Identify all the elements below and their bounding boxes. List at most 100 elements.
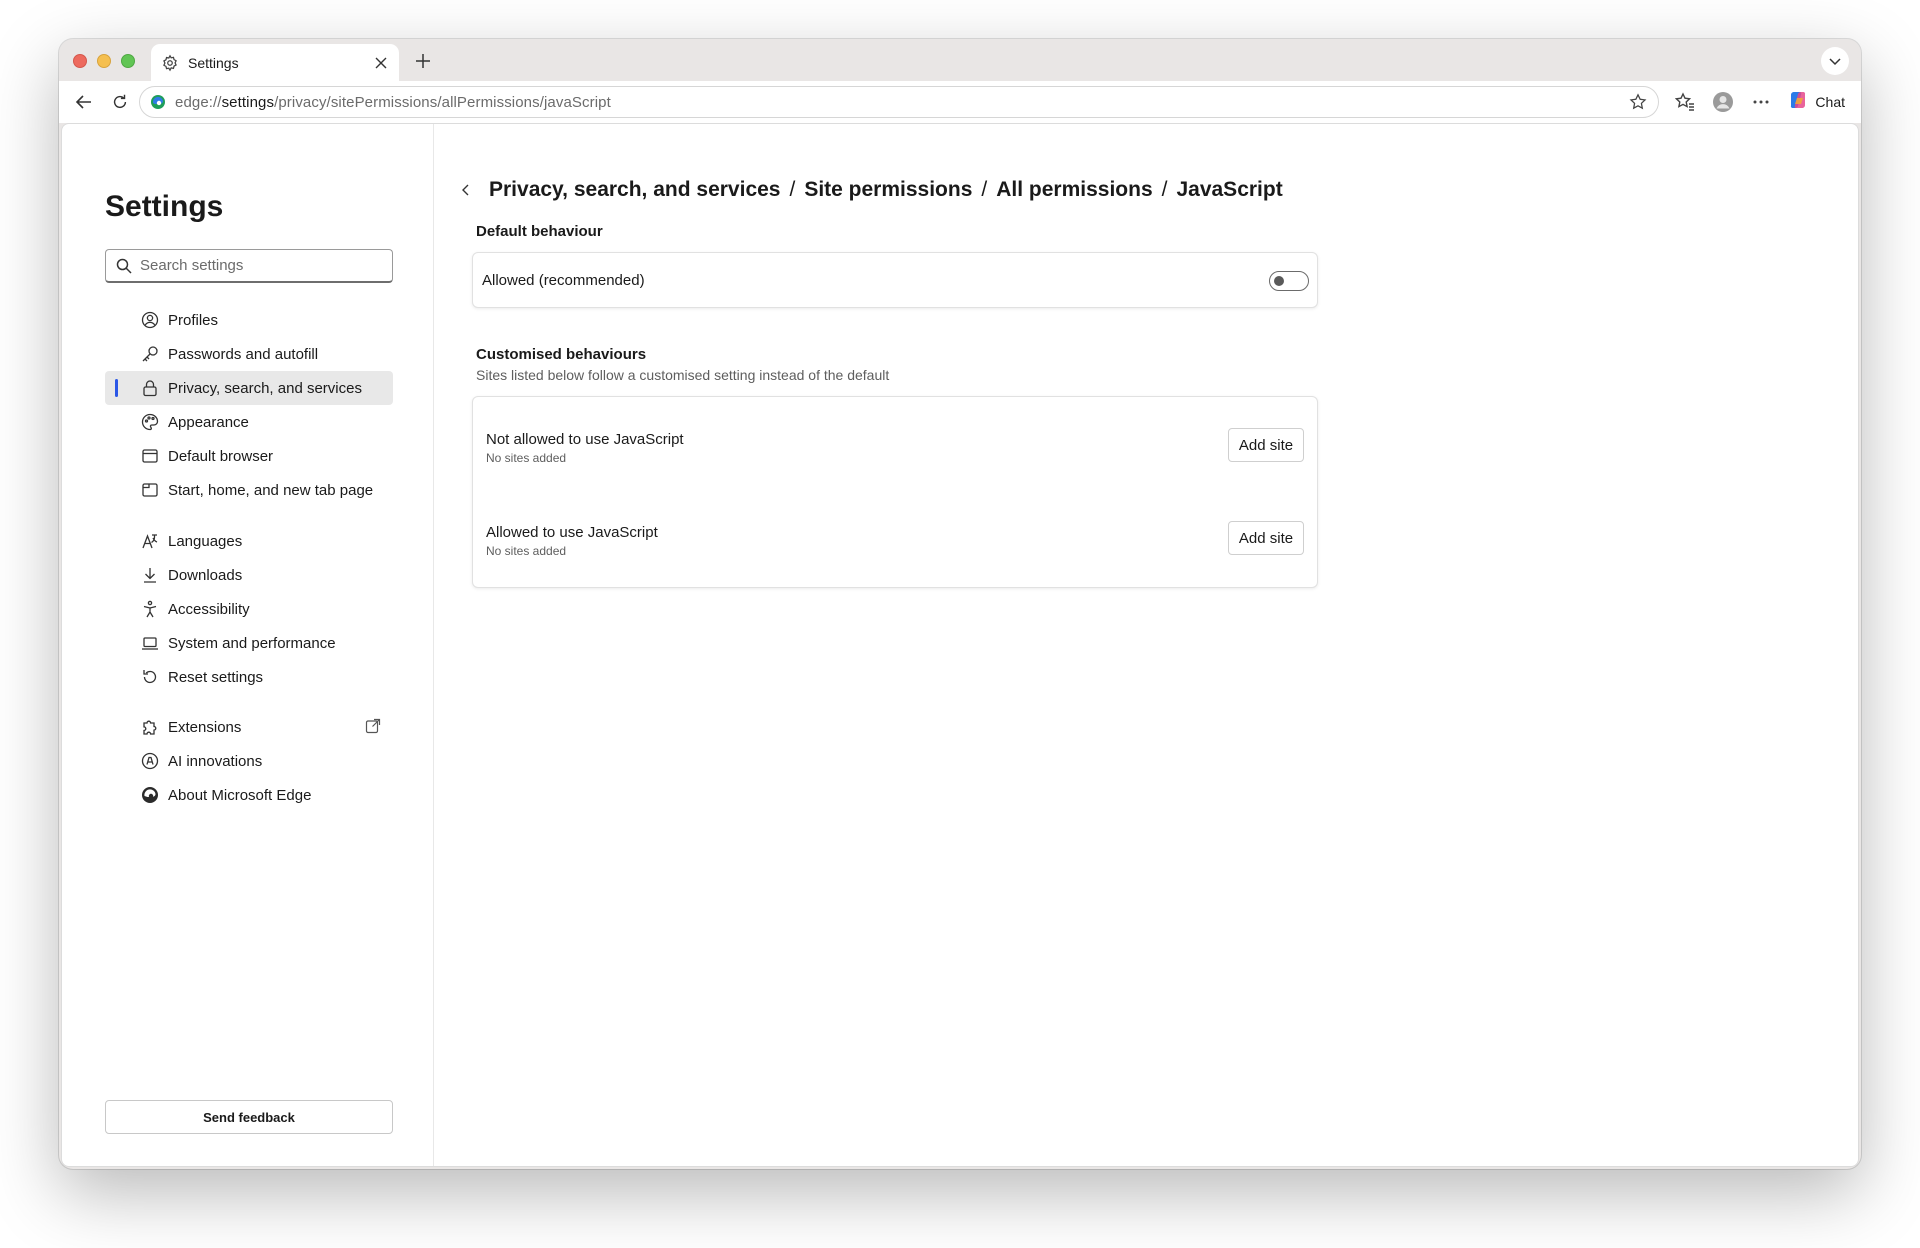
sidebar-item-accessibility[interactable]: Accessibility (105, 592, 393, 626)
customised-behaviours-card: Not allowed to use JavaScript No sites a… (472, 396, 1318, 588)
favorites-icon[interactable] (1672, 89, 1698, 115)
new-tab-button[interactable] (411, 49, 435, 73)
url-path: /privacy/sitePermissions/allPermissions/… (274, 93, 611, 111)
breadcrumb-site-permissions[interactable]: Site permissions (804, 178, 972, 202)
search-settings-box[interactable] (105, 249, 393, 283)
allowed-status: No sites added (486, 544, 567, 558)
window-controls (73, 54, 135, 68)
sidebar-item-default-browser[interactable]: Default browser (105, 439, 393, 473)
back-button[interactable] (71, 89, 97, 115)
sidebar-item-label: Privacy, search, and services (168, 379, 362, 397)
close-icon[interactable] (373, 55, 389, 71)
sidebar-item-label: Start, home, and new tab page (168, 481, 374, 499)
sidebar-item-label: Accessibility (168, 600, 250, 618)
sidebar-item-about[interactable]: About Microsoft Edge (105, 778, 393, 812)
maximize-window-button[interactable] (121, 54, 135, 68)
sidebar-item-languages[interactable]: Languages (105, 524, 393, 558)
star-icon[interactable] (1628, 92, 1648, 112)
not-allowed-title: Not allowed to use JavaScript (486, 431, 684, 448)
settings-sidebar: Settings Profiles Passwords and autofill… (62, 124, 434, 1166)
tab-title: Settings (188, 54, 239, 71)
toggle-knob (1274, 276, 1284, 286)
default-behaviour-title: Default behaviour (476, 223, 603, 240)
address-bar[interactable]: edge://settings/privacy/sitePermissions/… (139, 86, 1659, 118)
send-feedback-button[interactable]: Send feedback (105, 1100, 393, 1134)
toolbar: edge://settings/privacy/sitePermissions/… (59, 81, 1861, 123)
minimize-window-button[interactable] (97, 54, 111, 68)
sidebar-item-label: Extensions (168, 718, 242, 736)
key-icon (141, 345, 159, 363)
not-allowed-status: No sites added (486, 451, 567, 465)
sidebar-item-label: AI innovations (168, 752, 263, 770)
breadcrumb-all-permissions[interactable]: All permissions (996, 178, 1152, 202)
add-site-not-allowed-button[interactable]: Add site (1228, 428, 1304, 462)
sidebar-item-system[interactable]: System and performance (105, 626, 393, 660)
javascript-allowed-toggle[interactable] (1269, 271, 1309, 291)
sidebar-item-label: Appearance (168, 413, 249, 431)
lock-icon (141, 379, 159, 397)
edge-logo-icon (150, 94, 166, 110)
breadcrumb-separator: / (981, 178, 988, 201)
main-panel: Privacy, search, and services / Site per… (435, 124, 1858, 1166)
search-input[interactable] (140, 257, 380, 274)
download-icon (141, 566, 159, 584)
sidebar-item-label: Languages (168, 532, 243, 550)
sidebar-item-start-home[interactable]: Start, home, and new tab page (105, 473, 393, 507)
customised-behaviours-title: Customised behaviours (476, 346, 647, 363)
ai-icon (141, 752, 159, 770)
browser-window: Settings edge://settings/privacy/sitePer… (59, 39, 1861, 1169)
gear-icon (161, 54, 179, 72)
profile-avatar[interactable] (1710, 89, 1736, 115)
url-host: settings (221, 93, 275, 111)
breadcrumb: Privacy, search, and services / Site per… (455, 174, 1283, 206)
more-options-icon[interactable] (1748, 89, 1774, 115)
breadcrumb-separator: / (789, 178, 796, 201)
copilot-chat-button[interactable]: Chat (1783, 87, 1849, 117)
reset-icon (141, 668, 159, 686)
external-link-icon (365, 718, 383, 736)
tab-actions-button[interactable] (1821, 47, 1849, 75)
sidebar-title: Settings (105, 190, 224, 223)
url-text[interactable]: edge://settings/privacy/sitePermissions/… (175, 94, 1628, 111)
toggle-label: Allowed (recommended) (482, 271, 645, 289)
breadcrumb-privacy[interactable]: Privacy, search, and services (489, 178, 780, 202)
tab-strip: Settings (59, 39, 1861, 81)
default-behaviour-card: Allowed (recommended) (472, 252, 1318, 308)
search-icon (116, 258, 132, 274)
sidebar-item-profiles[interactable]: Profiles (105, 303, 393, 337)
sidebar-item-label: About Microsoft Edge (168, 786, 312, 804)
allowed-title: Allowed to use JavaScript (486, 524, 658, 541)
accessibility-icon (141, 600, 159, 618)
sidebar-item-ai-innovations[interactable]: AI innovations (105, 744, 393, 778)
reload-button[interactable] (107, 89, 133, 115)
sidebar-item-label: System and performance (168, 634, 336, 652)
laptop-icon (141, 634, 159, 652)
sidebar-item-appearance[interactable]: Appearance (105, 405, 393, 439)
settings-page: Settings Profiles Passwords and autofill… (61, 123, 1859, 1167)
sidebar-item-privacy[interactable]: Privacy, search, and services (105, 371, 393, 405)
url-scheme: edge:// (175, 93, 222, 111)
sidebar-item-reset[interactable]: Reset settings (105, 660, 393, 694)
customised-behaviours-subtitle: Sites listed below follow a customised s… (476, 367, 890, 383)
breadcrumb-javascript: JavaScript (1176, 178, 1283, 201)
breadcrumb-separator: / (1161, 178, 1168, 201)
add-site-allowed-button[interactable]: Add site (1228, 521, 1304, 555)
palette-icon (141, 413, 159, 431)
active-indicator (115, 379, 118, 397)
sidebar-item-extensions[interactable]: Extensions (105, 710, 393, 744)
profiles-icon (141, 311, 159, 329)
home-tab-icon (141, 481, 159, 499)
sidebar-item-label: Downloads (168, 566, 243, 584)
tab-settings[interactable]: Settings (151, 44, 399, 81)
close-window-button[interactable] (73, 54, 87, 68)
chat-label: Chat (1815, 94, 1845, 110)
browser-window-icon (141, 447, 159, 465)
sidebar-item-label: Reset settings (168, 668, 264, 686)
sidebar-item-passwords[interactable]: Passwords and autofill (105, 337, 393, 371)
sidebar-item-label: Passwords and autofill (168, 345, 319, 363)
sidebar-item-downloads[interactable]: Downloads (105, 558, 393, 592)
sidebar-item-label: Profiles (168, 311, 219, 329)
chevron-left-icon[interactable] (455, 179, 477, 201)
edge-logo-icon (141, 786, 159, 804)
copilot-icon (1787, 89, 1809, 116)
